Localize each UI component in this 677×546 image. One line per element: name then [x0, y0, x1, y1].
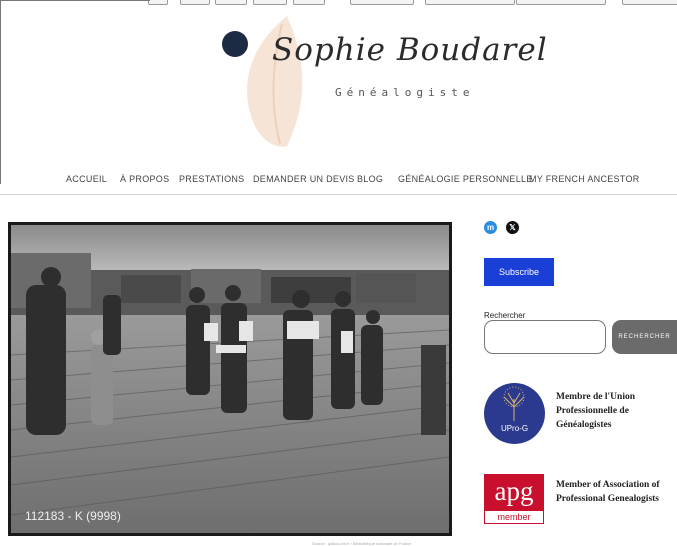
- nav-item-blog[interactable]: BLOG: [357, 174, 383, 184]
- search-button[interactable]: RECHERCHER: [612, 320, 677, 354]
- search-input[interactable]: [484, 320, 606, 354]
- toolbar-button[interactable]: [253, 0, 287, 5]
- frame-border: [0, 0, 1, 184]
- upro-g-logo[interactable]: UPro-G: [484, 383, 545, 444]
- upro-g-badge-text: UPro-G: [500, 424, 529, 433]
- site-logo[interactable]: Sophie Boudarel Généalogiste: [222, 14, 547, 154]
- logo-dot-icon: [222, 31, 248, 57]
- apg-member-text: member: [497, 512, 531, 522]
- toolbar-button[interactable]: [622, 0, 677, 5]
- main-navigation: ACCUEIL À PROPOS PRESTATIONS DEMANDER UN…: [0, 168, 677, 195]
- nav-item-a-propos[interactable]: À PROPOS: [120, 174, 169, 184]
- search-label: Rechercher: [484, 311, 526, 320]
- toolbar-button[interactable]: [148, 0, 168, 5]
- tree-icon: [503, 386, 525, 421]
- nav-item-demander-un-devis[interactable]: DEMANDER UN DEVIS: [253, 174, 355, 184]
- toolbar-button[interactable]: [180, 0, 210, 5]
- toolbar-button[interactable]: [425, 0, 515, 5]
- nav-item-my-french-ancestor[interactable]: MY FRENCH ANCESTOR: [529, 174, 640, 184]
- photo-credit: Source : gallica.bnf.fr / Bibliothèque n…: [312, 541, 412, 546]
- toolbar-button[interactable]: [350, 0, 414, 5]
- photo-caption-code: 112183 - K (9998): [25, 509, 121, 523]
- toolbar-button[interactable]: [215, 0, 247, 5]
- nav-item-accueil[interactable]: ACCUEIL: [66, 174, 107, 184]
- frame-border: [0, 0, 150, 1]
- toolbar-button[interactable]: [516, 0, 606, 5]
- apg-logo-text: apg: [485, 475, 543, 511]
- upro-membership-text: Membre de l'Union Professionnelle de Gén…: [556, 392, 635, 430]
- site-tagline: Généalogiste: [335, 86, 475, 99]
- apg-logo[interactable]: apg member: [484, 474, 544, 524]
- subscribe-button[interactable]: Subscribe: [484, 258, 554, 286]
- x-icon[interactable]: 𝕏: [506, 221, 519, 234]
- nav-item-prestations[interactable]: PRESTATIONS: [179, 174, 244, 184]
- nav-item-genealogie-personnelle[interactable]: GÉNÉALOGIE PERSONNELLE: [398, 174, 533, 184]
- toolbar-button[interactable]: [293, 0, 325, 5]
- newspaper-sellers-photo: 112183 - K (9998): [11, 225, 449, 533]
- apg-membership-text: Member of Association of Professional Ge…: [556, 480, 660, 504]
- featured-photo[interactable]: 112183 - K (9998): [8, 222, 452, 536]
- mastodon-icon[interactable]: m: [484, 221, 497, 234]
- site-name: Sophie Boudarel: [272, 32, 548, 68]
